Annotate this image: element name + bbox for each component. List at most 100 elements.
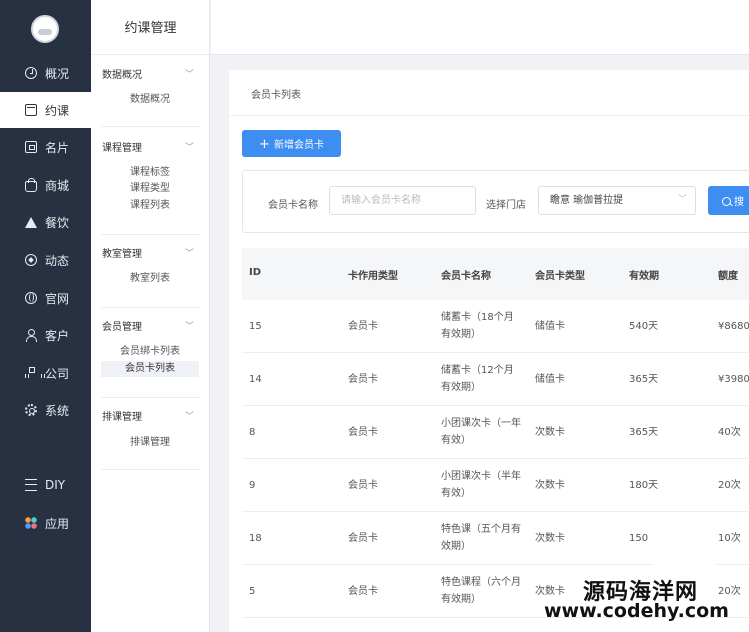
cell-card-name: 小团课次卡（半年有效） xyxy=(441,471,521,499)
column-header-amount[interactable]: 额度 xyxy=(718,267,738,282)
user-icon xyxy=(25,329,37,342)
cell-amount: ¥3980 xyxy=(718,374,749,385)
divider xyxy=(101,126,200,127)
nav-item-label: 商城 xyxy=(45,178,70,193)
cell-amount: 10次 xyxy=(718,533,741,544)
nav-item-label: 公司 xyxy=(45,366,70,381)
dashboard-icon xyxy=(25,67,37,79)
subnav-item-data-overview[interactable]: 数据概况 xyxy=(101,92,199,108)
group-title-classroom[interactable]: 教室管理 xyxy=(102,245,142,260)
add-button-label: 新增会员卡 xyxy=(273,139,324,151)
table-header: ID 卡作用类型 会员卡名称 会员卡类型 有效期 额度 xyxy=(242,248,749,300)
search-button[interactable]: 搜 xyxy=(708,186,749,215)
cell-amount: ¥8680 xyxy=(718,321,749,332)
org-icon xyxy=(25,367,45,379)
subnav-item-course-list[interactable]: 课程列表 xyxy=(101,198,199,214)
table-row[interactable]: 8 会员卡 小团课次卡（一年有效） 次数卡 365天 40次 xyxy=(242,406,749,459)
globe-icon xyxy=(25,292,37,304)
chevron-down-icon[interactable]: ﹀ xyxy=(185,319,194,332)
nav-item-company[interactable]: 公司 xyxy=(0,355,91,391)
group-title-schedule[interactable]: 排课管理 xyxy=(102,408,142,423)
nav-item-label: 应用 xyxy=(45,516,70,531)
group-title-data[interactable]: 数据概况 xyxy=(102,66,142,81)
shop-icon xyxy=(25,177,37,192)
subnav-item-course-types[interactable]: 课程类型 xyxy=(101,181,199,197)
store-select[interactable]: 瞻意 瑜伽普拉提 ﹀ xyxy=(538,186,696,215)
column-header-card-type[interactable]: 会员卡类型 xyxy=(535,267,585,282)
card-name-input[interactable] xyxy=(329,186,476,215)
nav-item-customer[interactable]: 客户 xyxy=(0,317,91,353)
calendar-icon xyxy=(25,104,37,116)
group-title-member[interactable]: 会员管理 xyxy=(102,318,142,333)
chevron-down-icon[interactable]: ﹀ xyxy=(185,246,194,259)
chevron-down-icon[interactable]: ﹀ xyxy=(185,140,194,153)
diy-icon xyxy=(25,479,37,491)
cell-card-type: 次数卡 xyxy=(535,533,565,544)
logo-avatar[interactable] xyxy=(31,15,59,43)
divider xyxy=(101,397,200,398)
cell-id: 8 xyxy=(249,427,256,438)
search-button-label: 搜 xyxy=(734,197,744,208)
cell-card-type: 次数卡 xyxy=(535,586,565,597)
cell-card-type: 次数卡 xyxy=(535,480,565,491)
subnav-item-schedule[interactable]: 排课管理 xyxy=(101,435,199,451)
column-header-usage-type[interactable]: 卡作用类型 xyxy=(348,267,398,282)
subnav-item-course-tags[interactable]: 课程标签 xyxy=(101,165,199,181)
filter-bar: 会员卡名称 选择门店 瞻意 瑜伽普拉提 ﹀ 搜 xyxy=(242,170,749,233)
cell-card-type: 次数卡 xyxy=(535,427,565,438)
column-header-card-name[interactable]: 会员卡名称 xyxy=(441,267,491,282)
nav-item-booking[interactable]: 约课 xyxy=(0,92,91,128)
nav-item-label: 客户 xyxy=(45,328,70,343)
nav-item-label: 系统 xyxy=(45,403,70,418)
cell-usage-type: 会员卡 xyxy=(348,533,378,544)
cell-usage-type: 会员卡 xyxy=(348,427,378,438)
table-row[interactable]: 15 会员卡 储蓄卡（18个月有效期） 储值卡 540天 ¥8680 xyxy=(242,300,749,353)
cell-usage-type: 会员卡 xyxy=(348,374,378,385)
nav-item-food[interactable]: 餐饮 xyxy=(0,204,91,240)
column-header-id[interactable]: ID xyxy=(249,267,261,278)
card-name-label: 会员卡名称 xyxy=(268,200,318,211)
main-sidebar: 概况 约课 名片 商城 餐饮 动态 官网 客户 公司 系统 DIY 应用 xyxy=(0,0,91,632)
search-icon xyxy=(722,197,731,206)
cell-validity: 180天 xyxy=(629,480,659,491)
nav-item-label: 名片 xyxy=(45,140,70,155)
cell-card-name: 特色课程（六个月有效期） xyxy=(441,577,521,605)
subnav-item-member-card-list[interactable]: 会员卡列表 xyxy=(101,361,199,377)
table-row[interactable]: 14 会员卡 储蓄卡（12个月有效期） 储值卡 365天 ¥3980 xyxy=(242,353,749,406)
nav-item-overview[interactable]: 概况 xyxy=(0,55,91,91)
plus-icon: + xyxy=(259,136,270,152)
chevron-down-icon[interactable]: ﹀ xyxy=(185,409,194,422)
cell-card-name: 储蓄卡（12个月有效期） xyxy=(441,365,514,393)
column-header-validity[interactable]: 有效期 xyxy=(629,267,659,282)
nav-item-feed[interactable]: 动态 xyxy=(0,242,91,278)
cell-id: 18 xyxy=(249,533,262,544)
nav-item-shop[interactable]: 商城 xyxy=(0,167,91,203)
cell-validity: 540天 xyxy=(629,321,659,332)
chevron-down-icon[interactable]: ﹀ xyxy=(185,67,194,80)
watermark-url: www.codehy.com xyxy=(544,600,729,622)
group-title-course[interactable]: 课程管理 xyxy=(102,139,142,154)
nav-item-website[interactable]: 官网 xyxy=(0,280,91,316)
table-row[interactable]: 9 会员卡 小团课次卡（半年有效） 次数卡 180天 20次 xyxy=(242,459,749,512)
store-label: 选择门店 xyxy=(486,200,526,211)
store-select-value: 瞻意 瑜伽普拉提 xyxy=(550,195,624,206)
watermark-box xyxy=(652,525,718,565)
cell-card-name: 小团课次卡（一年有效） xyxy=(441,418,521,446)
nav-item-card[interactable]: 名片 xyxy=(0,129,91,165)
cell-usage-type: 会员卡 xyxy=(348,321,378,332)
cell-id: 15 xyxy=(249,321,262,332)
nav-item-diy[interactable]: DIY xyxy=(0,467,91,503)
subnav-item-member-bind-list[interactable]: 会员绑卡列表 xyxy=(101,344,199,360)
nav-item-label: 官网 xyxy=(45,291,70,306)
cell-amount: 20次 xyxy=(718,480,741,491)
add-member-card-button[interactable]: + 新增会员卡 xyxy=(242,130,341,157)
nav-item-apps[interactable]: 应用 xyxy=(0,505,91,541)
nav-item-label: 动态 xyxy=(45,253,70,268)
nav-item-label: 餐饮 xyxy=(45,215,70,230)
cell-card-type: 储值卡 xyxy=(535,321,565,332)
card-icon xyxy=(25,141,37,153)
nav-item-system[interactable]: 系统 xyxy=(0,392,91,428)
subnav-item-classroom-list[interactable]: 教室列表 xyxy=(101,271,199,287)
nav-item-label: 约课 xyxy=(45,103,70,118)
chevron-down-icon: ﹀ xyxy=(677,195,687,205)
